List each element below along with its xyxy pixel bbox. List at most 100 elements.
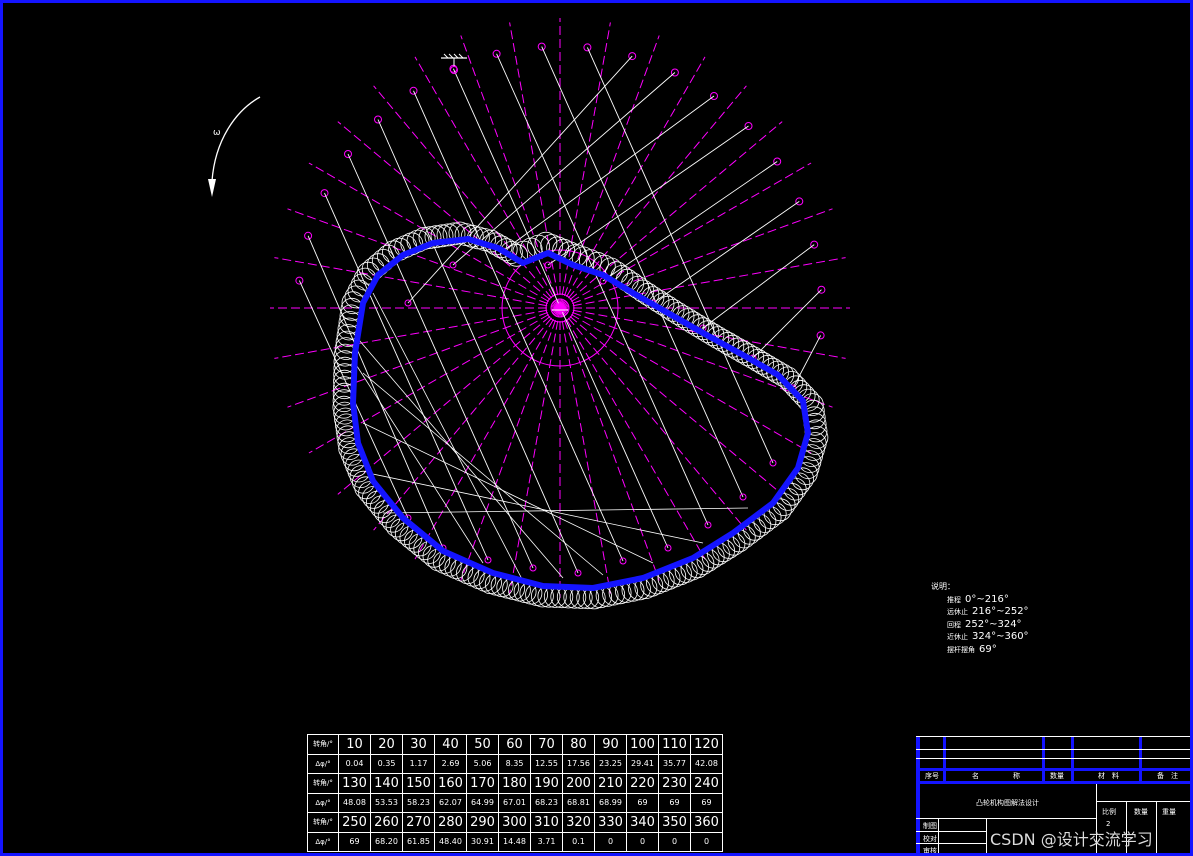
table-cell: 35.77 bbox=[658, 753, 691, 774]
follower-line bbox=[324, 192, 489, 561]
table-cell: 50 bbox=[466, 734, 499, 755]
table-cell: 14.48 bbox=[498, 831, 531, 852]
radial-line bbox=[559, 307, 611, 594]
radial-line bbox=[337, 307, 561, 495]
cam-center-dot bbox=[555, 303, 565, 313]
table-cell: 0 bbox=[626, 831, 659, 852]
table-cell: 42.08 bbox=[690, 753, 723, 774]
radial-line bbox=[509, 307, 561, 594]
table-cell: 260 bbox=[370, 812, 403, 833]
table-cell: 250 bbox=[338, 812, 371, 833]
table-cell: 3.71 bbox=[530, 831, 563, 852]
follower-line bbox=[792, 335, 821, 389]
table-cell: 200 bbox=[562, 773, 595, 794]
table-row: 转角/° 250 260 270 280 290 300 310 320 330 340 350 360 bbox=[307, 812, 723, 833]
table-cell: 1.17 bbox=[402, 753, 435, 774]
table-cell: 64.99 bbox=[466, 792, 499, 813]
roller-circles bbox=[332, 221, 829, 610]
radial-line bbox=[559, 121, 783, 309]
radial-line bbox=[308, 307, 561, 454]
drawing-title: 凸轮机构图解法设计 bbox=[976, 799, 1039, 807]
note-item: 推程 0°~216° bbox=[947, 593, 1009, 605]
table-cell: 340 bbox=[626, 812, 659, 833]
note-item: 远休止 216°~252° bbox=[947, 606, 1029, 617]
table-cell: 68.23 bbox=[530, 792, 563, 813]
radial-line bbox=[274, 257, 561, 309]
remark-label-a: 备 bbox=[1157, 772, 1164, 780]
table-cell: 5.06 bbox=[466, 753, 499, 774]
table-cell: 160 bbox=[434, 773, 467, 794]
follower-line bbox=[602, 161, 778, 282]
table-cell: 70 bbox=[530, 734, 563, 755]
draw-label: 制图 bbox=[923, 822, 937, 830]
name-label-b: 称 bbox=[1013, 772, 1020, 780]
table-cell: 220 bbox=[626, 773, 659, 794]
row-label: 转角/° bbox=[307, 812, 339, 833]
count-label: 数量 bbox=[1134, 808, 1148, 816]
note-item: 回程 252°~324° bbox=[947, 618, 1022, 630]
table-cell: 190 bbox=[530, 773, 563, 794]
table-row: Δφ/° 48.08 53.53 58.23 62.07 64.99 67.01 68.23 6… bbox=[307, 792, 723, 813]
table-cell: 110 bbox=[658, 734, 691, 755]
radial-line bbox=[559, 257, 846, 309]
scale-label: 比例 bbox=[1102, 808, 1116, 816]
table-cell: 40 bbox=[434, 734, 467, 755]
follower-line bbox=[413, 90, 624, 562]
table-row: 转角/° 10 20 30 40 50 60 70 80 90 100 110 120 bbox=[307, 734, 723, 755]
table-cell: 20 bbox=[370, 734, 403, 755]
row-label: 转角/° bbox=[307, 773, 339, 794]
table-cell: 0 bbox=[690, 831, 723, 852]
table-cell: 61.85 bbox=[402, 831, 435, 852]
row-label: 转角/° bbox=[307, 734, 339, 755]
cam-drawing: ω bbox=[208, 18, 850, 610]
table-cell: 68.20 bbox=[370, 831, 403, 852]
table-cell: 67.01 bbox=[498, 792, 531, 813]
table-cell: 8.35 bbox=[498, 753, 531, 774]
design-notes: 说明： 推程 0°~216° 远休止 216°~252° 回程 252°~324° 近… bbox=[931, 581, 1029, 656]
name-label-a: 名 bbox=[972, 772, 979, 780]
remark-label-b: 注 bbox=[1171, 772, 1178, 780]
table-cell: 48.08 bbox=[338, 792, 371, 813]
radial-line bbox=[414, 307, 561, 560]
table-cell: 300 bbox=[498, 812, 531, 833]
table-cell: 0.1 bbox=[562, 831, 595, 852]
table-cell: 68.99 bbox=[594, 792, 627, 813]
check-label: 校对 bbox=[923, 835, 937, 843]
table-cell: 240 bbox=[690, 773, 723, 794]
table-cell: 280 bbox=[434, 812, 467, 833]
table-cell: 350 bbox=[658, 812, 691, 833]
table-row: 转角/° 130 140 150 160 170 180 190 200 210 220 230 240 bbox=[307, 773, 723, 794]
radial-line bbox=[559, 307, 706, 560]
table-cell: 69 bbox=[658, 792, 691, 813]
svg-text:ω: ω bbox=[213, 128, 221, 138]
table-cell: 30.91 bbox=[466, 831, 499, 852]
table-cell: 62.07 bbox=[434, 792, 467, 813]
radial-line bbox=[559, 162, 812, 309]
table-cell: 270 bbox=[402, 812, 435, 833]
table-cell: 120 bbox=[690, 734, 723, 755]
table-cell: 60 bbox=[498, 734, 531, 755]
row-label: Δφ/° bbox=[307, 792, 339, 813]
table-row: Δφ/° 69 68.20 61.85 48.40 30.91 14.48 3.71 0.1 0 0… bbox=[307, 831, 723, 852]
drawing-canvas: ω 说明： 推程 0°~216° 远休止 216°~252° 回程 252°~324°… bbox=[0, 0, 1193, 856]
follower-line bbox=[752, 289, 822, 359]
material-label-b: 料 bbox=[1112, 772, 1119, 780]
chord-line bbox=[362, 372, 604, 576]
follower-line bbox=[496, 53, 709, 526]
seq-label: 序号 bbox=[925, 772, 939, 780]
qty-label: 数量 bbox=[1050, 772, 1064, 780]
follower-line bbox=[541, 46, 744, 498]
table-cell: 12.55 bbox=[530, 753, 563, 774]
table-cell: 58.23 bbox=[402, 792, 435, 813]
displacement-table: 转角/° 10 20 30 40 50 60 70 80 90 100 110 120 Δφ/° 0.04 0… bbox=[307, 734, 723, 852]
table-cell: 100 bbox=[626, 734, 659, 755]
table-cell: 30 bbox=[402, 734, 435, 755]
table-cell: 53.53 bbox=[370, 792, 403, 813]
table-cell: 0 bbox=[594, 831, 627, 852]
table-cell: 180 bbox=[498, 773, 531, 794]
table-cell: 290 bbox=[466, 812, 499, 833]
review-label: 审核 bbox=[923, 847, 937, 855]
radial-line bbox=[559, 85, 747, 309]
watermark: CSDN @设计交流学习 bbox=[990, 830, 1153, 849]
table-cell: 140 bbox=[370, 773, 403, 794]
